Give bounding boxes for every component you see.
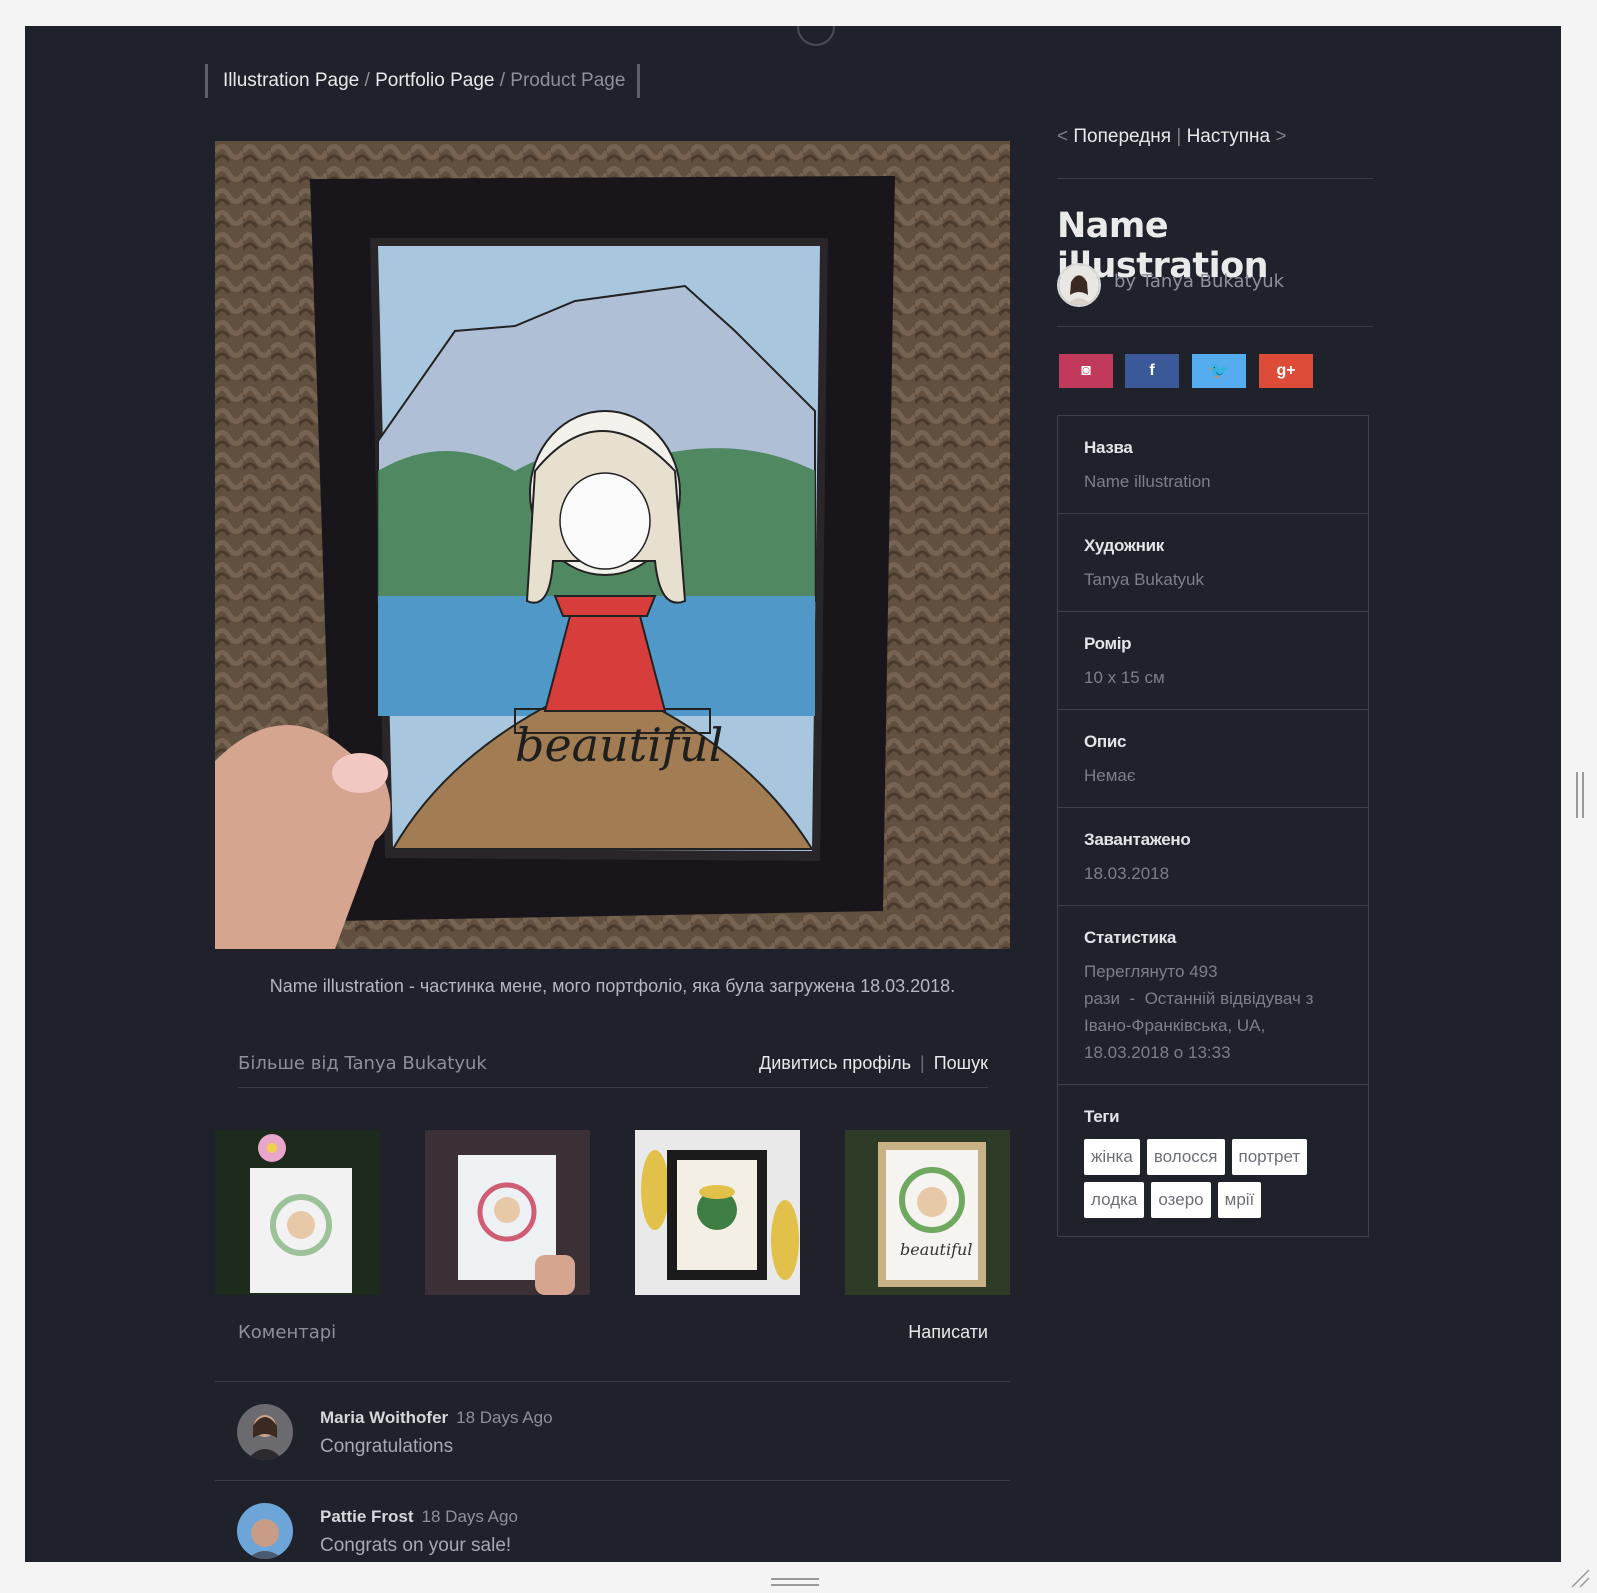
prev-next-nav: < Попередня | Наступна > xyxy=(1057,126,1287,148)
stats-line: Івано-Франківська, UA, xyxy=(1084,1016,1266,1035)
info-label: Завантажено xyxy=(1084,830,1191,849)
comments-label: Коментарі xyxy=(238,1322,337,1343)
twitter-icon: 🐦 xyxy=(1209,363,1229,380)
tag[interactable]: мрії xyxy=(1217,1182,1262,1218)
artist-byline[interactable]: by Tanya Bukatyuk xyxy=(1114,271,1284,292)
info-value: 18.03.2018 xyxy=(1084,864,1170,883)
google-plus-button[interactable]: g+ xyxy=(1259,354,1313,388)
thumbnail-1[interactable] xyxy=(215,1130,380,1295)
thumbnail-2[interactable] xyxy=(425,1130,590,1295)
instagram-icon: ◙ xyxy=(1081,362,1091,379)
info-artist: Художник Tanya Bukatyuk xyxy=(1058,514,1368,612)
info-value: Tanya Bukatyuk xyxy=(1084,570,1205,589)
top-handle[interactable] xyxy=(797,26,835,46)
info-size: Ромір 10 x 15 см xyxy=(1058,612,1368,710)
comment-author[interactable]: Pattie Frost 18 Days Ago xyxy=(320,1507,518,1527)
artwork-info-box: Назва Name illustration Художник Tanya B… xyxy=(1057,415,1369,1237)
comment-author-name[interactable]: Pattie Frost xyxy=(320,1507,414,1526)
info-tags: Теги жінка волосся портрет лодка озеро м… xyxy=(1058,1085,1368,1236)
more-from-artist-row: Більше від Tanya Bukatyuk Дивитись профі… xyxy=(238,1053,988,1088)
corner-resize-icon[interactable] xyxy=(1568,1566,1590,1588)
thumbnail-4[interactable]: beautiful xyxy=(845,1130,1010,1295)
breadcrumb-illustration[interactable]: Illustration Page xyxy=(223,70,359,91)
tag[interactable]: жінка xyxy=(1084,1139,1140,1175)
divider xyxy=(1057,178,1373,179)
breadcrumb-current: Product Page xyxy=(510,70,626,91)
thumbnail-3[interactable] xyxy=(635,1130,800,1295)
view-profile-link[interactable]: Дивитись профіль xyxy=(759,1053,911,1073)
breadcrumb-portfolio[interactable]: Portfolio Page xyxy=(375,70,494,91)
comment-text: Congrats on your sale! xyxy=(320,1535,512,1556)
comment-time: 18 Days Ago xyxy=(421,1507,518,1526)
artist-avatar[interactable] xyxy=(1057,263,1101,307)
page-frame: Illustration Page / Portfolio Page / Pro… xyxy=(25,26,1561,1562)
stats-line: 18.03.2018 о 13:33 xyxy=(1084,1043,1231,1062)
nav-separator: | xyxy=(1176,126,1182,147)
google-plus-icon: g+ xyxy=(1276,362,1296,379)
comments-header: Коментарі Написати xyxy=(238,1322,988,1348)
tag[interactable]: озеро xyxy=(1151,1182,1211,1218)
write-comment-link[interactable]: Написати xyxy=(908,1322,988,1343)
comment-text: Congratulations xyxy=(320,1436,454,1457)
related-thumbnails: beautiful xyxy=(215,1130,1010,1295)
info-statistics: Статистика Переглянуто 493 рази - Останн… xyxy=(1058,906,1368,1085)
info-description: Опис Немає xyxy=(1058,710,1368,808)
next-link[interactable]: Наступна xyxy=(1187,126,1271,147)
right-resize-handle[interactable] xyxy=(1576,772,1584,818)
stats-line: Переглянуто 493 xyxy=(1084,962,1218,981)
stats-line: рази - Останній відвідувач з xyxy=(1084,989,1314,1008)
link-separator: | xyxy=(920,1053,925,1073)
tag[interactable]: волосся xyxy=(1146,1139,1225,1175)
tag-list: жінка волосся портрет лодка озеро мрії xyxy=(1084,1139,1334,1218)
info-label: Назва xyxy=(1084,438,1133,457)
info-label: Теги xyxy=(1084,1107,1120,1126)
info-label: Статистика xyxy=(1084,928,1177,947)
instagram-button[interactable]: ◙ xyxy=(1059,354,1113,388)
divider xyxy=(1057,326,1373,327)
search-link[interactable]: Пошук xyxy=(934,1053,988,1073)
commenter-avatar[interactable] xyxy=(237,1503,293,1559)
info-label: Опис xyxy=(1084,732,1127,751)
breadcrumb-separator: / xyxy=(499,70,506,91)
main-illustration-image[interactable]: beautiful xyxy=(215,141,1010,949)
prev-arrow-icon: < xyxy=(1057,126,1069,147)
bottom-resize-handle[interactable] xyxy=(771,1578,819,1586)
info-value: Немає xyxy=(1084,766,1136,785)
info-value: 10 x 15 см xyxy=(1084,668,1165,687)
svg-text:beautiful: beautiful xyxy=(515,718,723,772)
tag[interactable]: портрет xyxy=(1231,1139,1308,1175)
comment-author-name[interactable]: Maria Woithofer xyxy=(320,1408,448,1427)
info-uploaded: Завантажено 18.03.2018 xyxy=(1058,808,1368,906)
illustration-caption: Name illustration - частинка мене, мого … xyxy=(269,976,956,996)
facebook-icon: f xyxy=(1149,362,1155,379)
info-name: Назва Name illustration xyxy=(1058,416,1368,514)
next-arrow-icon: > xyxy=(1275,126,1287,147)
info-value: Переглянуто 493 рази - Останній відвідув… xyxy=(1084,958,1342,1066)
facebook-button[interactable]: f xyxy=(1125,354,1179,388)
comment-author[interactable]: Maria Woithofer 18 Days Ago xyxy=(320,1408,553,1428)
breadcrumb: Illustration Page / Portfolio Page / Pro… xyxy=(205,64,641,98)
prev-link[interactable]: Попередня xyxy=(1073,126,1171,147)
more-from-label: Більше від Tanya Bukatyuk xyxy=(238,1053,487,1074)
info-label: Ромір xyxy=(1084,634,1132,653)
comment-item: Pattie Frost 18 Days Ago Congrats on your… xyxy=(215,1481,1010,1562)
info-value: Name illustration xyxy=(1084,472,1211,491)
tag[interactable]: лодка xyxy=(1084,1182,1145,1218)
more-links: Дивитись профіль | Пошук xyxy=(759,1053,988,1074)
twitter-button[interactable]: 🐦 xyxy=(1192,354,1246,388)
comment-time: 18 Days Ago xyxy=(456,1408,553,1427)
info-label: Художник xyxy=(1084,536,1164,555)
breadcrumb-separator: / xyxy=(364,70,370,91)
comment-item: Maria Woithofer 18 Days Ago Congratulatio… xyxy=(215,1382,1010,1481)
commenter-avatar[interactable] xyxy=(237,1404,293,1460)
svg-text:beautiful: beautiful xyxy=(900,1240,972,1259)
